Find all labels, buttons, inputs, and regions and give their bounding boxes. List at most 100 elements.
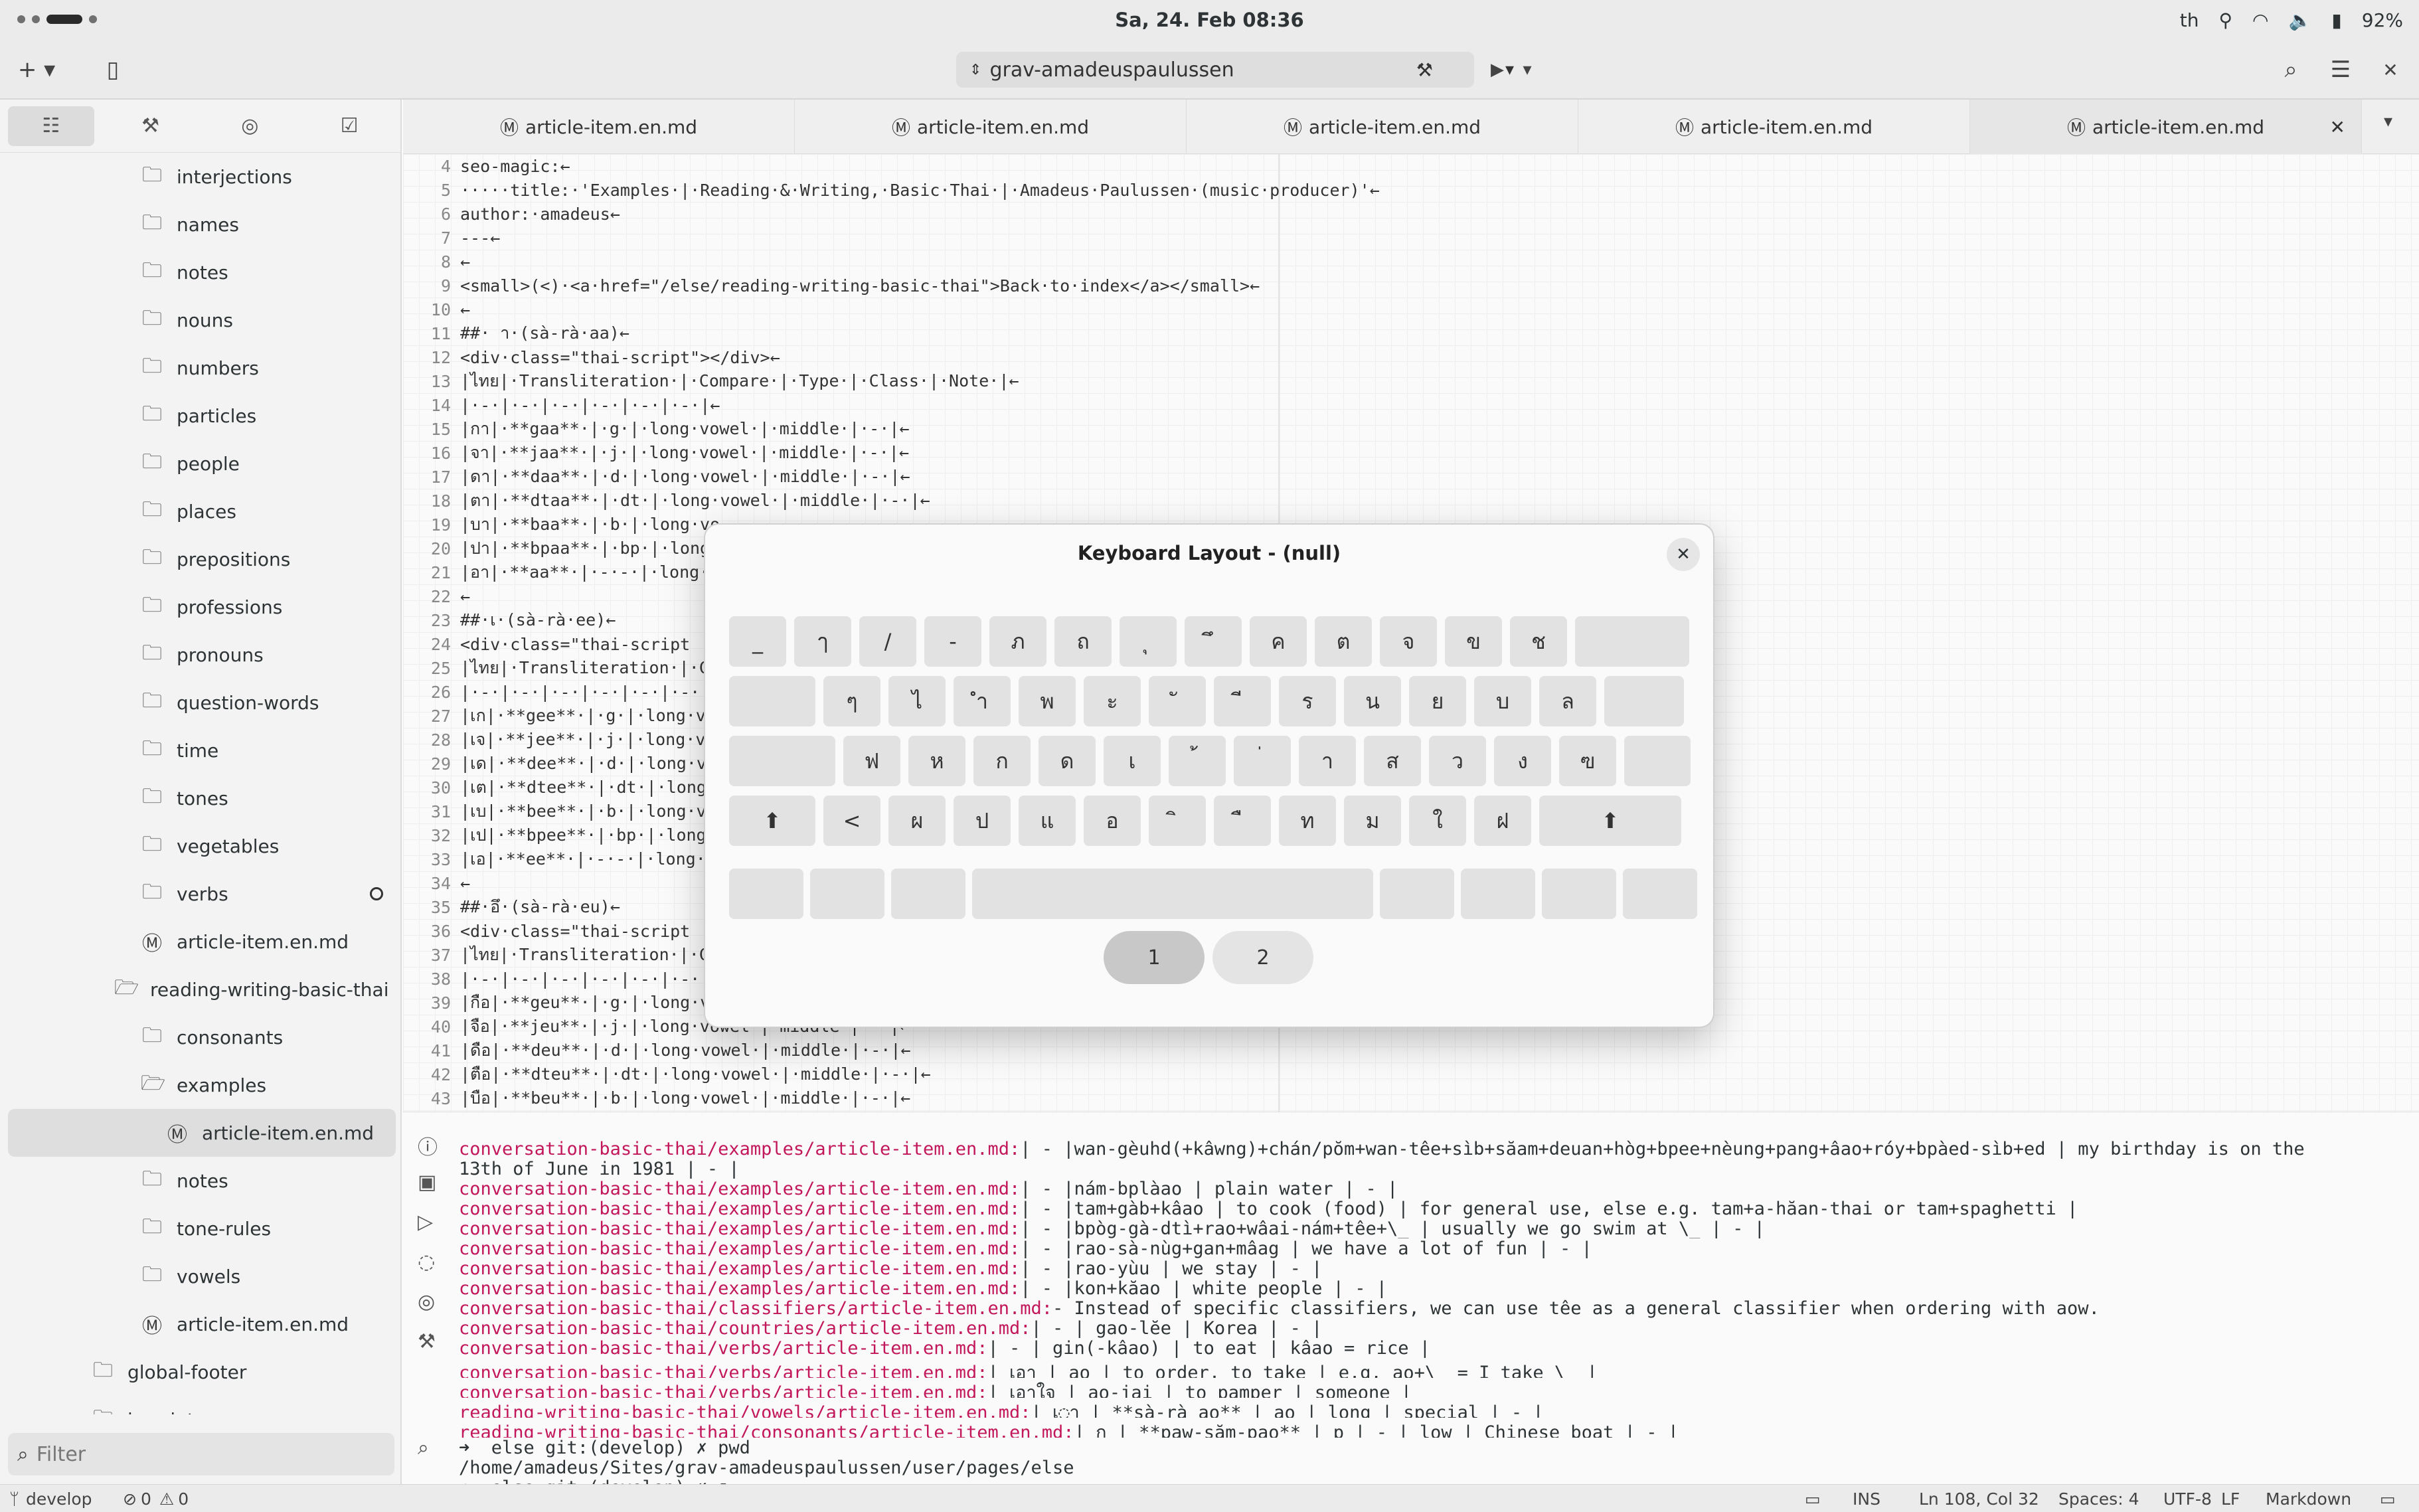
git-icon[interactable]: ◎ — [418, 1290, 435, 1313]
tree-item[interactable]: Ⓜarticle-item.en.md — [8, 1109, 396, 1157]
run-options-button[interactable]: ▾ — [1514, 52, 1541, 88]
tree-item[interactable]: 🗀 vegetables — [0, 822, 402, 870]
keyboard-key[interactable]: / — [859, 616, 916, 667]
keyboard-key[interactable]: ุ — [1120, 616, 1177, 667]
keyboard-key[interactable]: ล — [1539, 676, 1596, 726]
tree-item[interactable]: 🗀 vowels — [0, 1252, 402, 1300]
keyboard-key[interactable]: ก — [973, 736, 1031, 786]
keyboard-key[interactable]: ค — [1250, 616, 1307, 667]
keyboard-key[interactable]: ม — [1344, 796, 1401, 846]
keyboard-key[interactable]: ใ — [1409, 796, 1466, 846]
tree-item[interactable]: Ⓜarticle-item.en.md — [0, 1300, 402, 1348]
tree-item[interactable]: 🗀 notes — [0, 1157, 402, 1205]
editor-tab[interactable]: Ⓜ article-item.en.md — [1187, 100, 1578, 154]
keyboard-key[interactable]: ⬆ — [729, 796, 815, 846]
clock[interactable]: Sa, 24. Feb 08:36 — [0, 9, 2419, 31]
keyboard-key[interactable]: ข — [1445, 616, 1502, 667]
tree-item[interactable]: 🗀 tones — [0, 774, 402, 822]
tree-item[interactable]: 🗀 places — [0, 487, 402, 535]
tree-item[interactable]: 🗀 time — [0, 726, 402, 774]
build-icon[interactable]: ⚒ — [1416, 59, 1433, 81]
keyboard-key[interactable]: ้ — [1169, 736, 1226, 786]
keyboard-key[interactable]: ิ — [1149, 796, 1206, 846]
close-window-button[interactable]: ✕ — [2371, 52, 2410, 88]
keyboard-key[interactable]: ช — [1510, 616, 1567, 667]
keyboard-key[interactable] — [729, 736, 835, 786]
keyboard-key[interactable]: ๅ — [794, 616, 851, 667]
keyboard-key[interactable]: ะ — [1084, 676, 1141, 726]
system-tray[interactable]: th ⚲ ◠ 🔈 ▮ 92% — [2180, 0, 2403, 40]
tab-source-control[interactable]: ◎ — [207, 106, 293, 146]
keyboard-page-button[interactable]: 1 — [1104, 931, 1205, 984]
info-icon[interactable]: ⓘ — [418, 1131, 438, 1160]
editor-tab[interactable]: Ⓜ article-item.en.md — [1578, 100, 1970, 154]
panel-toggle-icon[interactable]: ▭ — [2380, 1485, 2396, 1512]
toggle-sidebar-button[interactable]: ▯ — [93, 52, 133, 88]
keyboard-key[interactable]: อ — [1084, 796, 1141, 846]
keyboard-key[interactable]: เ — [1104, 736, 1161, 786]
tree-item[interactable]: 🗀 prepositions — [0, 535, 402, 583]
tab-todo[interactable]: ☑ — [306, 106, 392, 146]
tree-item[interactable]: 🗀 tone-rules — [0, 1205, 402, 1252]
keyboard-key[interactable] — [729, 676, 815, 726]
keyboard-key[interactable]: ⬆ — [1539, 796, 1681, 846]
tree-item[interactable]: 🗀 particles — [0, 392, 402, 440]
new-file-button[interactable]: + ▾ — [13, 52, 60, 88]
keyboard-key[interactable]: แ — [1019, 796, 1076, 846]
keyboard-key[interactable]: ฟ — [843, 736, 900, 786]
keyboard-key[interactable]: ภ — [989, 616, 1046, 667]
terminal-icon[interactable]: ▣ — [418, 1171, 436, 1194]
tree-item[interactable]: 🗀 global-footer — [0, 1348, 402, 1396]
filter-field[interactable]: ⌕ Filter — [8, 1433, 394, 1475]
keyboard-key[interactable]: - — [924, 616, 981, 667]
tab-project-tree[interactable]: ☷ — [8, 106, 94, 146]
keyboard-key[interactable]: ส — [1364, 736, 1421, 786]
keyboard-key[interactable]: ำ — [954, 676, 1011, 726]
tree-item[interactable]: 🗀 professions — [0, 583, 402, 631]
keyboard-key[interactable]: ฃ — [1559, 736, 1616, 786]
keyboard-key[interactable]: ต — [1315, 616, 1372, 667]
run-icon[interactable]: ▷ — [418, 1211, 433, 1234]
keyboard-key[interactable] — [1542, 869, 1616, 919]
line-ending[interactable]: LF — [2221, 1485, 2240, 1512]
folder-icon[interactable]: ▭ — [1805, 1485, 1821, 1512]
keyboard-key[interactable] — [729, 869, 803, 919]
tree-item[interactable]: 🗀 interjections — [0, 153, 402, 201]
keyboard-page-button[interactable]: 2 — [1212, 931, 1313, 984]
tree-item[interactable]: 🗁 reading-writing-basic-thai — [0, 966, 402, 1013]
tree-item[interactable]: 🗀 nouns — [0, 296, 402, 344]
keyboard-key[interactable]: ไ — [888, 676, 946, 726]
keyboard-key[interactable]: บ — [1474, 676, 1531, 726]
diagnostics-indicator[interactable]: ⊘ 0 ⚠ 0 — [123, 1485, 189, 1512]
indentation[interactable]: Spaces: 4 — [2058, 1485, 2139, 1512]
tab-build[interactable]: ⚒ — [108, 106, 194, 146]
editor-tab[interactable]: Ⓜ article-item.en.md — [795, 100, 1187, 154]
keyboard-key[interactable]: ย — [1409, 676, 1466, 726]
keyboard-key[interactable]: ี — [1214, 676, 1271, 726]
input-language[interactable]: th — [2180, 9, 2199, 31]
keyboard-key[interactable]: ๆ — [823, 676, 880, 726]
keyboard-key[interactable]: ั — [1149, 676, 1206, 726]
project-selector[interactable]: ⇕ grav-amadeuspaulussen ⚒ ▾ — [956, 52, 1514, 88]
language-mode[interactable]: Markdown — [2266, 1485, 2351, 1512]
space-key[interactable] — [972, 869, 1373, 919]
keyboard-key[interactable]: ด — [1039, 736, 1096, 786]
dialog-close-button[interactable]: ✕ — [1667, 538, 1700, 571]
keyboard-key[interactable] — [1623, 869, 1697, 919]
search-button[interactable]: ⌕ — [2271, 52, 2311, 88]
main-menu-button[interactable]: ☰ — [2321, 52, 2361, 88]
keyboard-key[interactable]: ห — [908, 736, 965, 786]
tab-list-button[interactable]: ▾ — [2384, 112, 2392, 131]
keyboard-key[interactable]: า — [1299, 736, 1356, 786]
keyboard-key[interactable]: < — [823, 796, 880, 846]
tree-item[interactable]: 🗁 examples — [0, 1061, 402, 1109]
tree-item[interactable]: 🗀 people — [0, 440, 402, 487]
keyboard-key[interactable] — [1624, 736, 1691, 786]
keyboard-key[interactable]: จ — [1380, 616, 1437, 667]
tree-item[interactable]: 🗀 consonants — [0, 1013, 402, 1061]
lightbulb-icon[interactable]: ◌ — [418, 1250, 435, 1274]
keyboard-key[interactable]: ป — [954, 796, 1011, 846]
editor-tab[interactable]: Ⓜ article-item.en.md ✕ — [1970, 100, 2362, 154]
keyboard-key[interactable]: ง — [1494, 736, 1551, 786]
branch-indicator[interactable]: ᛘ develop — [9, 1485, 92, 1512]
